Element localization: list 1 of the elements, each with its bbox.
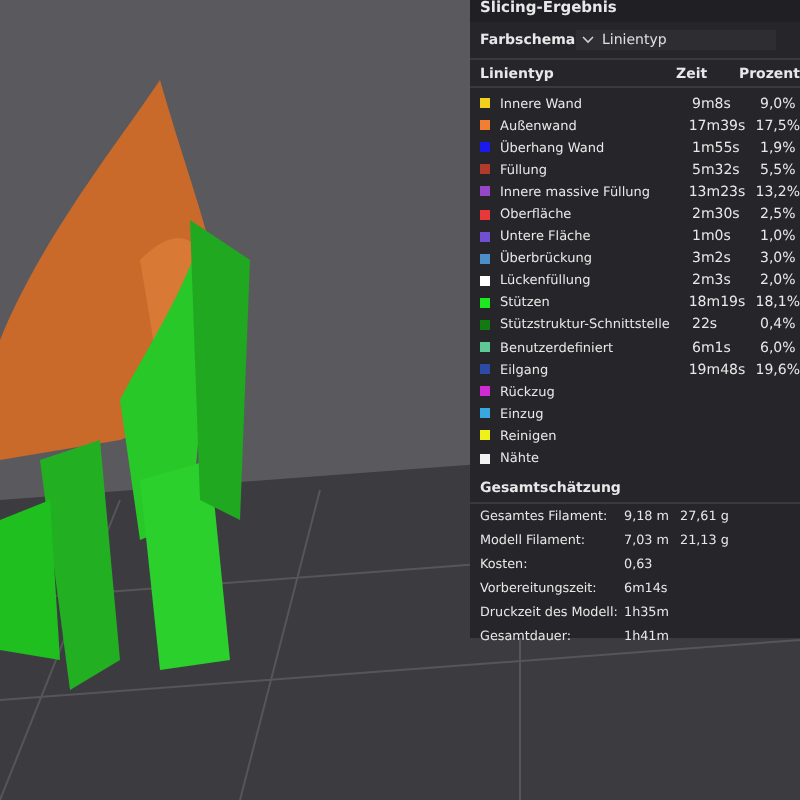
chevron-down-icon	[582, 36, 594, 44]
